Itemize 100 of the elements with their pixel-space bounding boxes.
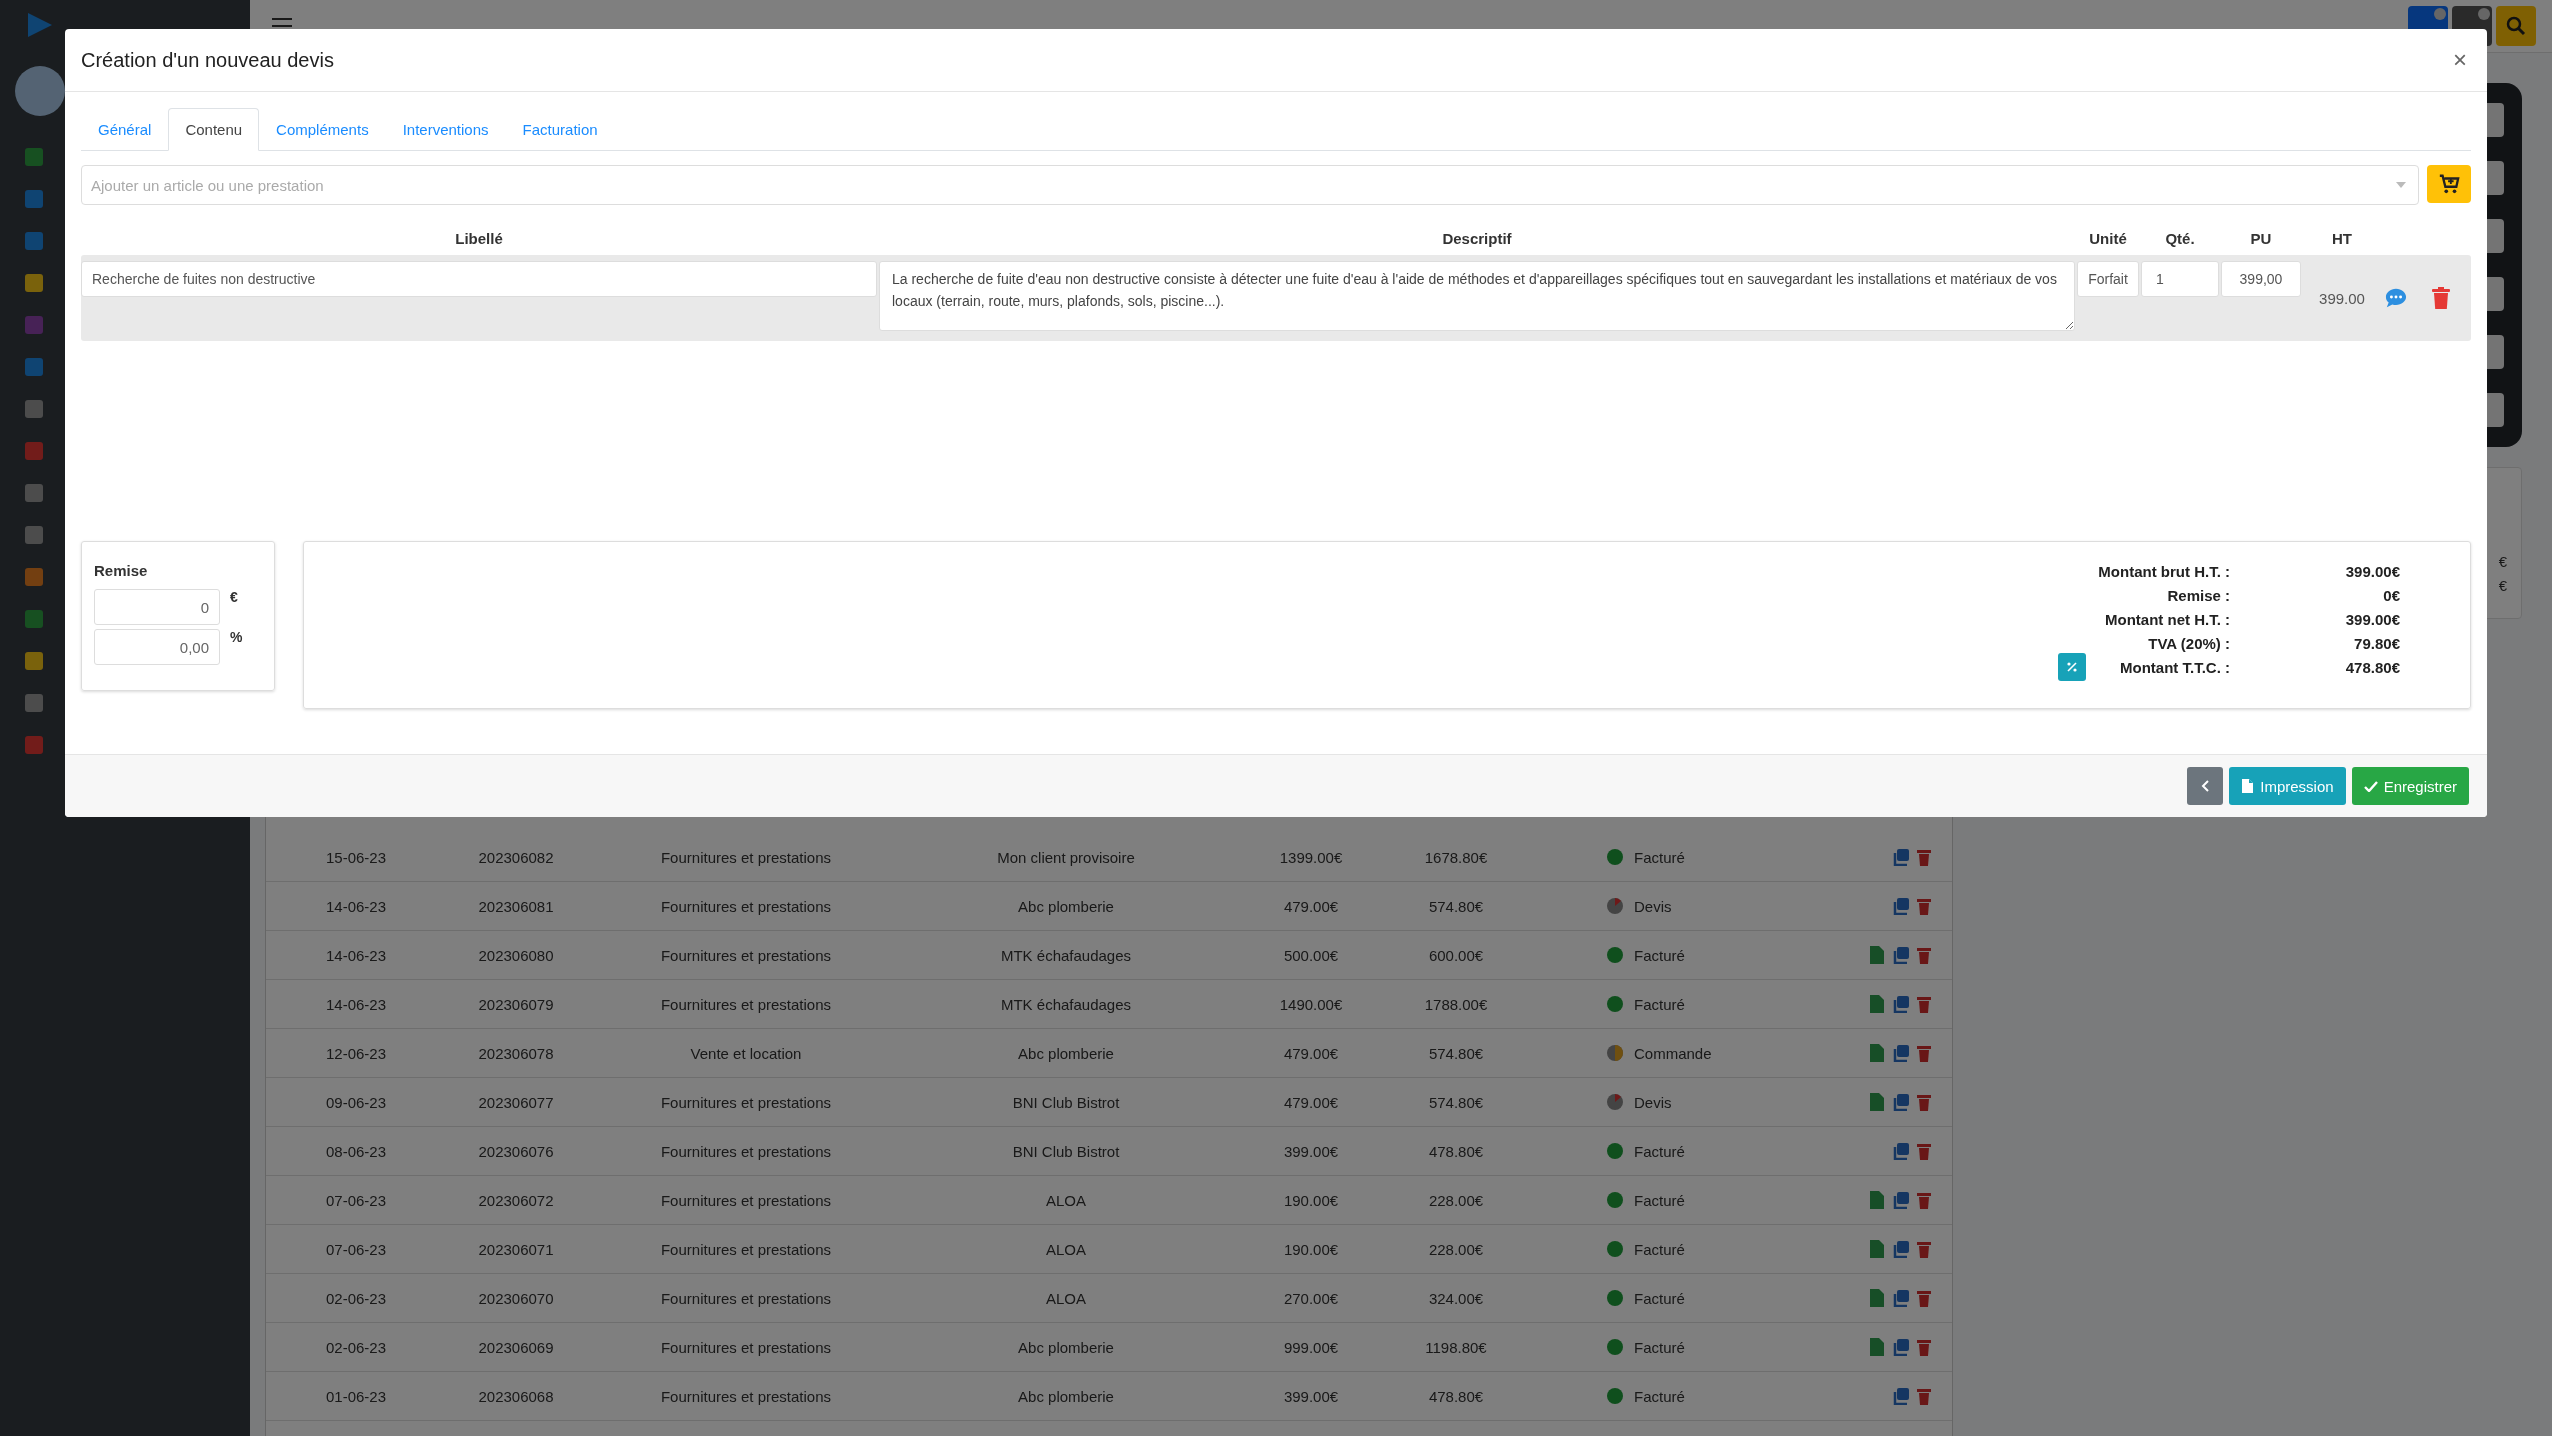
cart-icon[interactable] — [2438, 173, 2460, 195]
pdf-file-icon[interactable] — [1868, 1337, 1886, 1357]
table-cell: 1490.00€ — [1279, 995, 1343, 1013]
copy-icon[interactable] — [1892, 1338, 1910, 1356]
copy-icon[interactable] — [1892, 897, 1910, 915]
column-header: HT — [2331, 229, 2353, 247]
table-cell: BNI Club Bistrot — [1012, 1093, 1120, 1111]
trash-icon[interactable] — [1916, 1142, 1932, 1160]
table-cell: Fournitures et prestations — [660, 1240, 832, 1258]
table-cell: 1198.80€ — [1425, 1338, 1487, 1356]
save-button[interactable]: Enregistrer — [2351, 767, 2469, 805]
copy-icon[interactable] — [1892, 848, 1910, 866]
table-cell: BNI Club Bistrot — [1012, 1142, 1120, 1160]
pdf-file-icon[interactable] — [1868, 945, 1886, 965]
unit-label: € — [230, 589, 238, 605]
currency-label: € — [2498, 576, 2507, 596]
status-label: Facturé — [1634, 1191, 1685, 1209]
unit-field[interactable]: Forfait — [2077, 261, 2139, 297]
copy-icon[interactable] — [1892, 1044, 1910, 1062]
copy-icon[interactable] — [1892, 1289, 1910, 1307]
table-cell: Fournitures et prestations — [660, 1142, 832, 1160]
trash-icon[interactable] — [1916, 1289, 1932, 1307]
trash-icon[interactable] — [1916, 1093, 1932, 1111]
pdf-file-icon[interactable] — [1868, 1288, 1886, 1308]
pdf-file-icon[interactable] — [1868, 1190, 1886, 1210]
table-cell: 1399.00€ — [1279, 848, 1343, 866]
table-cell: 479.00€ — [1283, 897, 1339, 915]
trash-icon[interactable] — [1916, 848, 1932, 866]
table-cell: 14-06-23 — [325, 897, 386, 915]
trash-icon[interactable] — [1916, 1338, 1932, 1356]
discount-percent-field[interactable]: 0,00 — [94, 629, 220, 665]
caret-icon[interactable] — [2396, 182, 2406, 188]
comment-icon[interactable] — [2384, 287, 2408, 309]
close-button[interactable]: × — [2449, 46, 2471, 74]
table-cell: 08-06-23 — [325, 1142, 386, 1160]
column-header: Unité — [2088, 229, 2128, 247]
trash-icon[interactable] — [1916, 897, 1932, 915]
total-label: Remise : — [2166, 586, 2230, 604]
status-icon — [1606, 1387, 1624, 1405]
table-cell: 478.80€ — [1428, 1142, 1484, 1160]
pdf-file-icon[interactable] — [1868, 1092, 1886, 1112]
status-label: Commande — [1634, 1044, 1712, 1062]
delete-icon[interactable] — [2432, 287, 2450, 309]
tab[interactable]: Général — [81, 108, 169, 151]
back-button[interactable] — [2187, 767, 2224, 805]
status-icon — [1606, 1338, 1624, 1356]
table-cell: MTK échafaudages — [1000, 995, 1132, 1013]
trash-icon[interactable] — [1916, 946, 1932, 964]
unit-price-field[interactable]: 399,00 — [2221, 261, 2301, 297]
status-icon — [1606, 946, 1624, 964]
tab[interactable]: Compléments — [259, 108, 386, 151]
status-label: Devis — [1634, 1093, 1672, 1111]
table-cell: Abc plomberie — [1018, 1044, 1114, 1062]
total-value: 79.80€ — [2353, 634, 2400, 652]
table-cell: Vente et location — [690, 1044, 802, 1062]
dialog-title: Création d'un nouveau devis — [81, 48, 334, 72]
table-cell: 202306076 — [478, 1142, 554, 1160]
table-cell: Fournitures et prestations — [660, 1191, 832, 1209]
copy-icon[interactable] — [1892, 1191, 1910, 1209]
check-icon[interactable] — [2363, 780, 2378, 792]
tab[interactable]: Interventions — [385, 108, 506, 151]
percent-icon[interactable] — [2066, 661, 2079, 673]
tab[interactable]: Facturation — [505, 108, 615, 151]
pdf-file-icon[interactable] — [1868, 994, 1886, 1014]
table-cell: 1678.80€ — [1424, 848, 1488, 866]
copy-icon[interactable] — [1892, 1093, 1910, 1111]
label-field[interactable]: Recherche de fuites non destructive — [81, 261, 877, 297]
copy-icon[interactable] — [1892, 946, 1910, 964]
trash-icon[interactable] — [1916, 1044, 1932, 1062]
percent-button[interactable] — [2058, 653, 2087, 681]
table-cell: 14-06-23 — [325, 946, 386, 964]
trash-icon[interactable] — [1916, 1191, 1932, 1209]
tab[interactable]: Contenu — [168, 108, 260, 151]
column-header: Libellé — [454, 229, 504, 247]
table-cell: 07-06-23 — [325, 1191, 386, 1209]
table-cell: 270.00€ — [1283, 1289, 1339, 1307]
copy-icon[interactable] — [1892, 1142, 1910, 1160]
chevron-left-icon[interactable] — [2200, 780, 2211, 792]
table-cell: ALOA — [1046, 1191, 1086, 1209]
trash-icon[interactable] — [1916, 1240, 1932, 1258]
add-to-cart-button[interactable] — [2427, 165, 2471, 203]
discount-amount-field[interactable]: 0 — [94, 589, 220, 625]
search-icon[interactable] — [2506, 16, 2526, 36]
description-field[interactable]: La recherche de fuite d'eau non destructive consiste à détecter une fuite d'eau à l'aide de méthodes et d'appareillages spécifiques tout en sauvegardant les installations et matériaux de vos locaux (terrain, route, murs, plafonds, sols, piscine...). — [879, 261, 2075, 331]
status-label: Facturé — [1634, 1387, 1685, 1405]
quantity-field[interactable]: 1 — [2141, 261, 2219, 297]
trash-icon[interactable] — [1916, 995, 1932, 1013]
table-cell: Fournitures et prestations — [660, 848, 832, 866]
table-cell: ALOA — [1046, 1240, 1086, 1258]
copy-icon[interactable] — [1892, 1387, 1910, 1405]
copy-icon[interactable] — [1892, 995, 1910, 1013]
status-icon — [1606, 1044, 1624, 1062]
table-cell: 478.80€ — [1428, 1387, 1484, 1405]
trash-icon[interactable] — [1916, 1387, 1932, 1405]
table-cell: 1788.00€ — [1424, 995, 1488, 1013]
line-total: 399.00 — [2318, 289, 2366, 307]
document-icon[interactable] — [2241, 778, 2255, 794]
copy-icon[interactable] — [1892, 1240, 1910, 1258]
pdf-file-icon[interactable] — [1868, 1043, 1886, 1063]
pdf-file-icon[interactable] — [1868, 1239, 1886, 1259]
